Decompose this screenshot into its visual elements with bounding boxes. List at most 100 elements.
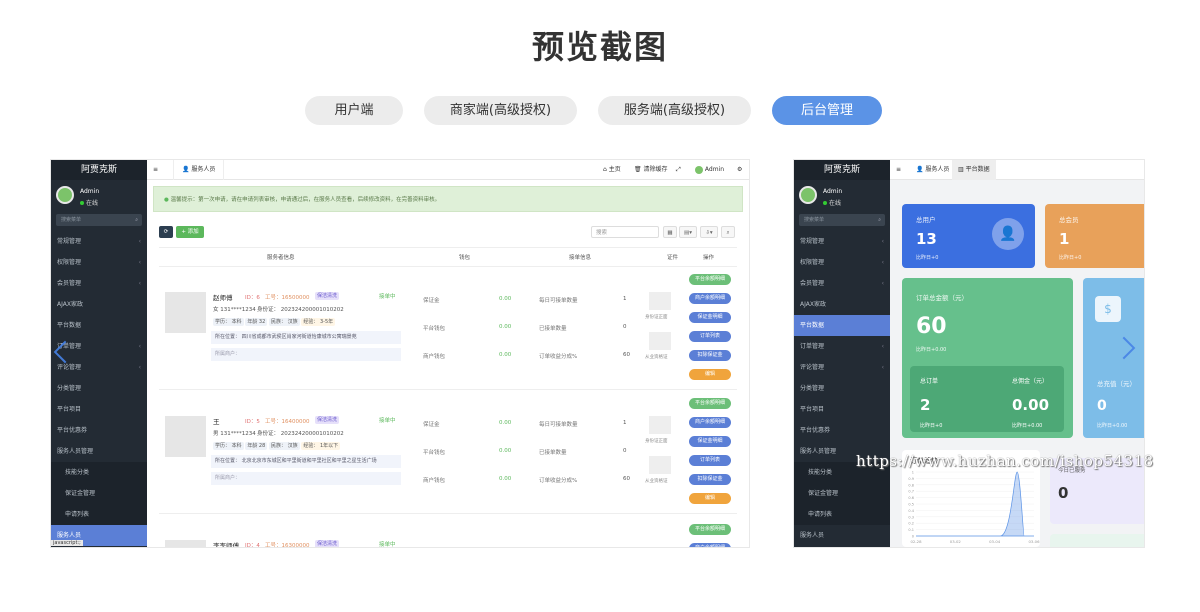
sidebar-item-7[interactable]: 分类管理 bbox=[51, 378, 147, 399]
merchant: 所属商户： bbox=[211, 348, 401, 361]
view-toggle-icon[interactable]: ▦ bbox=[663, 226, 677, 238]
action-button-3[interactable]: 订单列表 bbox=[689, 331, 731, 342]
top-bar: ≡ 👤 服务人员 ▥ 平台数据 bbox=[890, 160, 1144, 180]
columns-icon[interactable]: ▤▾ bbox=[679, 226, 697, 238]
tab-platform-data[interactable]: ▥ 平台数据 bbox=[952, 160, 996, 180]
sidebar-item-13[interactable]: 申请列表 bbox=[51, 504, 147, 525]
card-next bbox=[1050, 534, 1144, 547]
state-badge: 接单中 bbox=[379, 418, 396, 424]
sidebar-item-0[interactable]: 常规管理 ‹ bbox=[51, 231, 147, 252]
chevron-icon: ‹ bbox=[881, 280, 884, 287]
tab-admin[interactable]: 后台管理 bbox=[772, 96, 882, 125]
card-total-members: 总会员 1 比昨日+0 bbox=[1045, 204, 1144, 268]
add-button[interactable]: + 添加 bbox=[176, 226, 204, 238]
sidebar-item-9[interactable]: 平台优惠券 bbox=[51, 420, 147, 441]
watermark: https://www.huzhan.com/ishop54318 bbox=[856, 452, 1154, 470]
tab-service[interactable]: 服务端(高级授权) bbox=[598, 96, 751, 125]
export-icon[interactable]: ⇩▾ bbox=[700, 226, 718, 238]
sidebar-item-2[interactable]: 会员管理 ‹ bbox=[794, 273, 890, 294]
right-preview-screenshot: 阿贾克斯 Admin 在线 搜索菜单 ⌕ 常规管理 ‹ 权限管理 ‹ 会员管理 ‹ AJAX家… bbox=[794, 160, 1144, 547]
y-tick-label: 1 bbox=[912, 471, 914, 475]
tab-user[interactable]: 用户端 bbox=[305, 96, 403, 125]
fullscreen-icon[interactable]: ⤢ bbox=[676, 160, 681, 180]
staff-photo bbox=[165, 292, 206, 333]
action-button-0[interactable]: 平台余额明细 bbox=[689, 398, 731, 409]
action-button-2[interactable]: 保证金明细 bbox=[689, 436, 731, 447]
gender-phone: 女 131****1234 bbox=[213, 307, 256, 313]
y-tick-label: 0.5 bbox=[908, 503, 914, 507]
id-card: 身份证： 2023242000010102​02 bbox=[257, 307, 344, 313]
refresh-button[interactable]: ⟳ bbox=[159, 226, 173, 238]
user-name: Admin bbox=[80, 188, 100, 195]
home-link[interactable]: ⌂ 主页 bbox=[603, 160, 621, 180]
chevron-icon: ‹ bbox=[138, 364, 141, 371]
staff-name: 王 bbox=[213, 418, 220, 426]
y-tick-label: 0 bbox=[912, 535, 914, 539]
left-preview-screenshot: 阿贾克斯 Admin 在线 搜索菜单 ⌕ 常规管理 ‹ 权限管理 ‹ 会员管理 ‹ AJAX家… bbox=[51, 160, 749, 547]
id-card-image bbox=[649, 292, 671, 310]
menu-toggle-icon[interactable]: ≡ bbox=[153, 160, 158, 180]
action-button-1[interactable]: 商户余额明细 bbox=[689, 543, 731, 547]
user-name: Admin bbox=[823, 188, 843, 195]
sidebar-item-11[interactable]: 技能分类 bbox=[51, 462, 147, 483]
sidebar-item-6[interactable]: 评论管理 ‹ bbox=[794, 357, 890, 378]
status-badge: 保洁清洗 bbox=[315, 540, 340, 547]
sidebar-item-9[interactable]: 平台优惠券 bbox=[794, 420, 890, 441]
sidebar-item-5[interactable]: 订单管理 ‹ bbox=[794, 336, 890, 357]
sidebar-item-12[interactable]: 保证金管理 bbox=[51, 483, 147, 504]
sidebar-item-3[interactable]: AJAX家政 bbox=[51, 294, 147, 315]
main-panel: ≡ 👤 服务人员 ⌂ 主页 🗑 清除缓存 ⤢ Admin ⚙ ● 温馨提示：第一… bbox=[147, 160, 749, 547]
action-button-5[interactable]: 编辑 bbox=[689, 369, 731, 380]
sidebar-item-8[interactable]: 平台项目 bbox=[51, 399, 147, 420]
admin-menu[interactable]: Admin bbox=[695, 160, 724, 180]
dashboard-panel: ≡ 👤 服务人员 ▥ 平台数据 总用户 13 比昨日+0 👤 总会员 1 比昨日… bbox=[890, 160, 1144, 547]
y-tick-label: 0.8 bbox=[908, 483, 914, 487]
action-button-1[interactable]: 商户余额明细 bbox=[689, 417, 731, 428]
y-tick-label: 0.6 bbox=[908, 496, 914, 500]
gear-icon[interactable]: ⚙ bbox=[737, 160, 742, 180]
y-tick-label: 0.2 bbox=[908, 522, 914, 526]
action-button-5[interactable]: 编辑 bbox=[689, 493, 731, 504]
status-badge: 保洁清洗 bbox=[315, 292, 340, 300]
sidebar-item-3[interactable]: AJAX家政 bbox=[794, 294, 890, 315]
user-status: 在线 bbox=[80, 198, 98, 207]
sidebar-item-4[interactable]: 平台数据 bbox=[794, 315, 890, 336]
sidebar-item-4[interactable]: 平台数据 bbox=[51, 315, 147, 336]
sidebar-item-13[interactable]: 申请列表 bbox=[794, 504, 890, 525]
sidebar-item-10[interactable]: 服务人员管理 bbox=[51, 441, 147, 462]
menu-search-input[interactable]: 搜索菜单 ⌕ bbox=[56, 214, 142, 226]
chevron-icon: ‹ bbox=[881, 343, 884, 350]
user-status: 在线 bbox=[823, 198, 841, 207]
header-line-top bbox=[159, 247, 737, 248]
action-button-0[interactable]: 平台余额明细 bbox=[689, 274, 731, 285]
address: 所在位置： 北京北京市东城区和平里街道和平里社区和平里之星生活广场 bbox=[211, 455, 401, 468]
merchant: 所属商户： bbox=[211, 472, 401, 485]
tab-service-staff[interactable]: 👤 服务人员 bbox=[910, 160, 955, 180]
action-button-0[interactable]: 平台余额明细 bbox=[689, 524, 731, 535]
tab-merchant[interactable]: 商家端(高级授权) bbox=[424, 96, 577, 125]
chevron-icon: ‹ bbox=[138, 259, 141, 266]
sidebar-item-1[interactable]: 权限管理 ‹ bbox=[794, 252, 890, 273]
table-search-input[interactable]: 搜索 bbox=[591, 226, 659, 238]
tab-service-staff[interactable]: 👤 服务人员 bbox=[173, 160, 225, 180]
menu-search-input[interactable]: 搜索菜单 ⌕ bbox=[799, 214, 885, 226]
sidebar-item-1[interactable]: 权限管理 ‹ bbox=[51, 252, 147, 273]
menu-toggle-icon[interactable]: ≡ bbox=[896, 160, 901, 180]
action-button-3[interactable]: 订单列表 bbox=[689, 455, 731, 466]
sidebar-item-14[interactable]: 服务人员 bbox=[794, 525, 890, 546]
action-button-4[interactable]: 扣除保证金 bbox=[689, 474, 731, 485]
action-button-2[interactable]: 保证金明细 bbox=[689, 312, 731, 323]
page-title: 预览截图 bbox=[531, 28, 668, 66]
y-tick-label: 0.7 bbox=[908, 490, 914, 494]
sidebar-item-7[interactable]: 分类管理 bbox=[794, 378, 890, 399]
action-button-1[interactable]: 商户余额明细 bbox=[689, 293, 731, 304]
search-icon[interactable]: ⌕ bbox=[721, 226, 735, 238]
sidebar-item-2[interactable]: 会员管理 ‹ bbox=[51, 273, 147, 294]
sidebar-item-12[interactable]: 保证金管理 bbox=[794, 483, 890, 504]
clear-cache-link[interactable]: 🗑 清除缓存 bbox=[634, 160, 668, 180]
search-icon: ⌕ bbox=[878, 217, 881, 223]
preview-tabs: 用户端 商家端(高级授权) 服务端(高级授权) 后台管理 bbox=[0, 96, 1200, 126]
action-button-4[interactable]: 扣除保证金 bbox=[689, 350, 731, 361]
sidebar-item-0[interactable]: 常规管理 ‹ bbox=[794, 231, 890, 252]
sidebar-item-8[interactable]: 平台项目 bbox=[794, 399, 890, 420]
